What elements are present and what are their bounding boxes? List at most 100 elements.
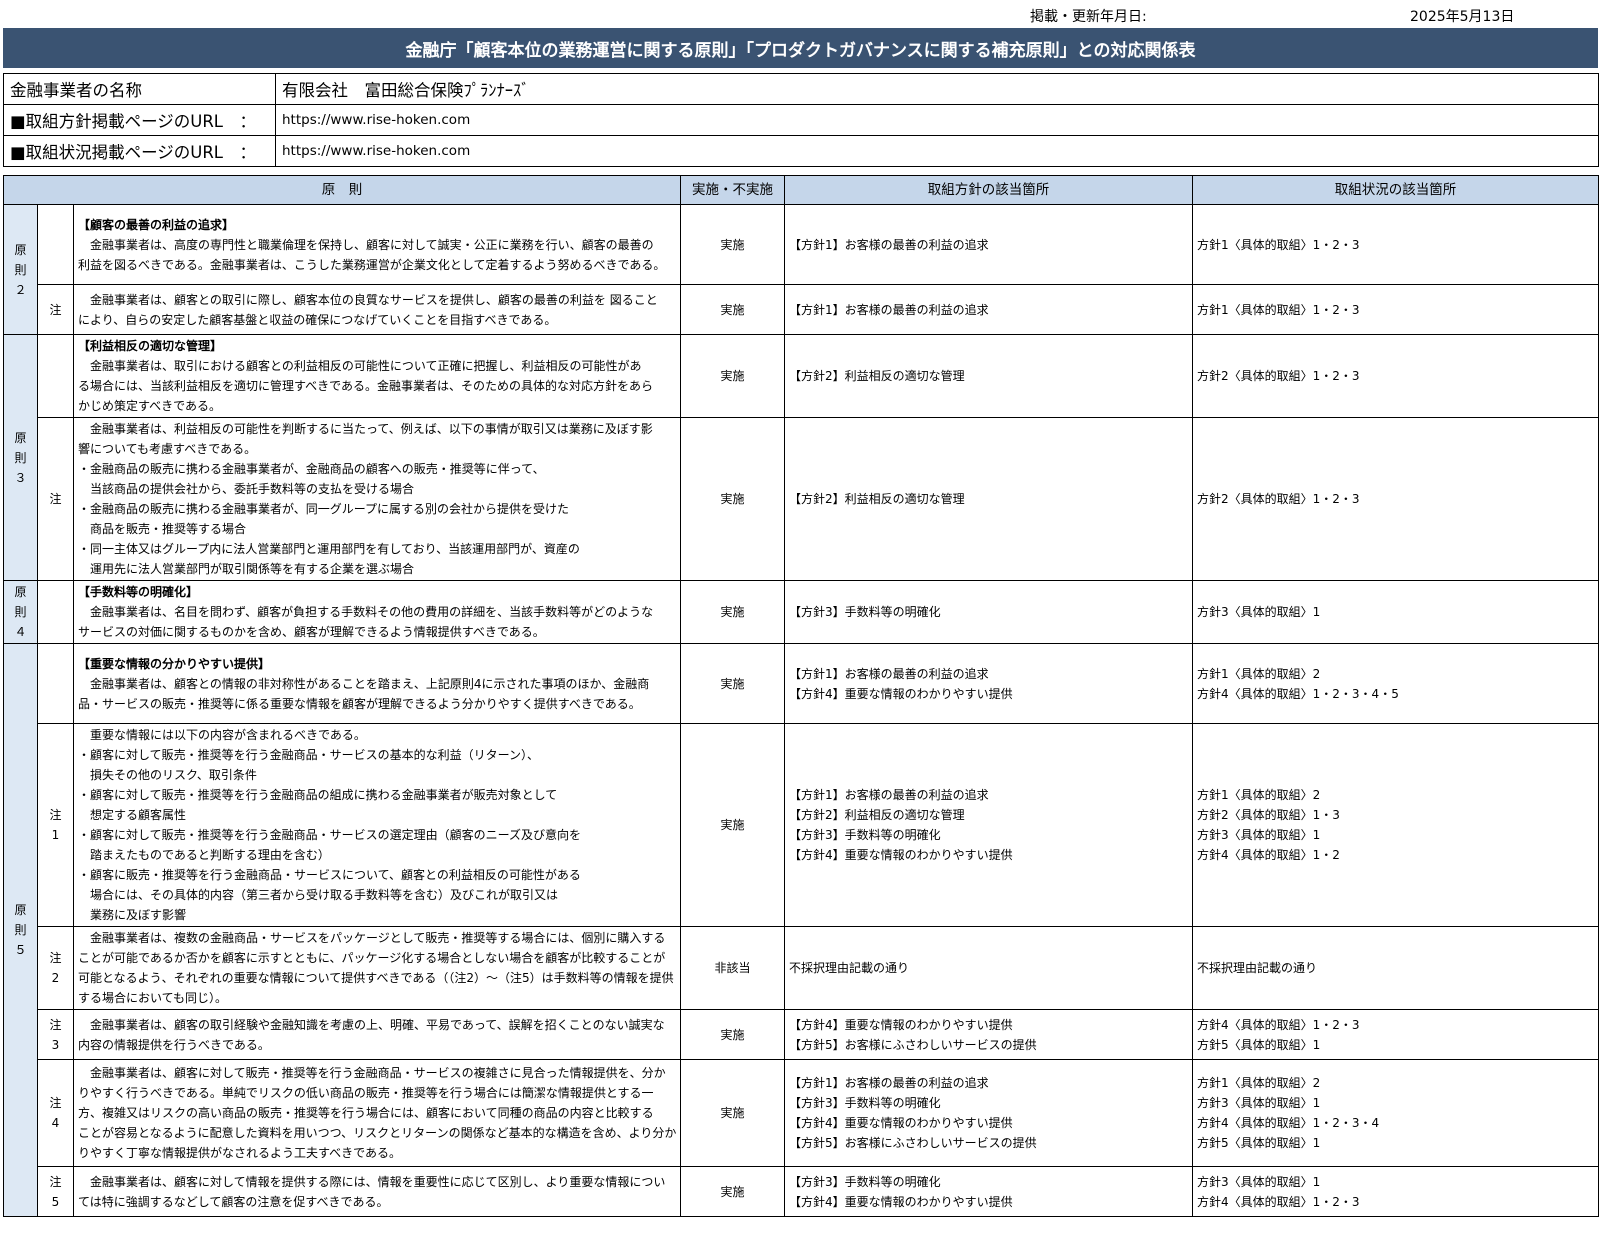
note-label: 注 2 — [37, 926, 74, 1010]
status-reference-line: 方針1〈具体的取組〉1・2・3 — [1197, 237, 1360, 252]
principle-title: 【手数料等の明確化】 — [78, 585, 199, 599]
status-reference-line: 方針4〈具体的取組〉1・2 — [1197, 848, 1340, 862]
status-reference-line: 方針1〈具体的取組〉1・2・3 — [1197, 302, 1360, 317]
note-label: 注 4 — [37, 1059, 74, 1167]
principle-text: 【顧客の最善の利益の追求】 金融事業者は、高度の専門性と職業倫理を保持し、顧客に… — [72, 204, 682, 285]
principle-text-line: 金融事業者は、顧客に対して情報を提供する際には、情報を重要性に応じて区別し、より… — [78, 1174, 666, 1189]
col-header-status: 取組状況の該当箇所 — [1192, 175, 1600, 205]
status-reference: 方針1〈具体的取組〉1・2・3 — [1192, 284, 1600, 335]
table-row: 原 則 ４ 【手数料等の明確化】 金融事業者は、名目を問わず、顧客が負担する手数料… — [3, 580, 1600, 644]
company-name-label: 金融事業者の名称 — [3, 73, 276, 105]
principle-text-line: 商品を販売・推奨等する場合 — [78, 522, 247, 536]
policy-reference: 【方針1】お客様の最善の利益の追求 【方針4】重要な情報のわかりやすい提供 — [784, 643, 1194, 724]
principle-text-line: かじめ策定すべきである。 — [78, 399, 222, 413]
principle-table: 原 則 実施・不実施 取組方針の該当箇所 取組状況の該当箇所 原 則 ２ 【顧客の… — [2, 175, 1600, 1217]
date-value: 2025年5月13日 — [1410, 9, 1515, 25]
policy-reference-line: 【方針4】重要な情報のわかりやすい提供 — [789, 686, 1013, 701]
status-reference-line: 方針5〈具体的取組〉1 — [1197, 1037, 1321, 1052]
company-info-table: 金融事業者の名称 有限会社 富田総合保険ﾌﾟﾗﾝﾅｰｽﾞ ■取組方針掲載ページの… — [3, 73, 1599, 167]
indent-cell — [37, 580, 74, 644]
policy-reference-line: 【方針1】お客様の最善の利益の追求 — [789, 302, 989, 317]
implementation-status: 実施 — [680, 580, 786, 644]
status-reference-line: 方針1〈具体的取組〉2 — [1197, 1076, 1321, 1090]
table-row: 注 金融事業者は、利益相反の可能性を判断するに当たって、例えば、以下の事情が取引… — [4, 417, 1600, 581]
principle-text: 【利益相反の適切な管理】 金融事業者は、取引における顧客との利益相反の可能性につ… — [72, 334, 682, 418]
policy-reference-line: 【方針2】利益相反の適切な管理 — [789, 492, 965, 506]
principle-text-line: 運用先に法人営業部門が取引関係等を有する企業を選ぶ場合 — [78, 562, 415, 576]
policy-url-link[interactable]: https://www.rise-hoken.com — [275, 104, 1599, 136]
implementation-status: 実施 — [680, 1059, 786, 1167]
policy-reference-line: 【方針5】お客様にふさわしいサービスの提供 — [789, 1136, 1037, 1150]
principle-text: 【手数料等の明確化】 金融事業者は、名目を問わず、顧客が負担する手数料その他の費… — [72, 580, 682, 644]
status-reference-line: 方針4〈具体的取組〉1・2・3・4・5 — [1197, 686, 1399, 701]
implementation-status: 実施 — [680, 284, 786, 335]
principle-text-line: ・金融商品の販売に携わる金融事業者が、金融商品の顧客への販売・推奨等に伴って、 — [78, 462, 545, 476]
policy-reference-line: 【方針4】重要な情報のわかりやすい提供 — [789, 1194, 1013, 1209]
indent-cell — [37, 204, 74, 285]
policy-reference-line: 【方針3】手数料等の明確化 — [789, 1174, 941, 1189]
table-row: 注 4 金融事業者は、顧客に対して販売・推奨等を行う金融商品・サービスの複雑さに… — [4, 1059, 1600, 1167]
table-row: 注 1 重要な情報には以下の内容が含まれるべきである。・顧客に対して販売・推奨等… — [4, 723, 1600, 927]
status-reference: 方針3〈具体的取組〉1 — [1192, 580, 1600, 644]
status-reference-line: 方針5〈具体的取組〉1 — [1197, 1136, 1321, 1150]
policy-reference-line: 【方針3】手数料等の明確化 — [789, 1096, 941, 1110]
principle-text-line: 金融事業者は、高度の専門性と職業倫理を保持し、顧客に対して誠実・公正に業務を行い… — [78, 237, 654, 252]
implementation-status: 実施 — [680, 1009, 786, 1060]
principle-text-line: 金融事業者は、名目を問わず、顧客が負担する手数料その他の費用の詳細を、当該手数料… — [78, 605, 654, 619]
principle-text: 金融事業者は、複数の金融商品・サービスをパッケージとして販売・推奨等する場合には… — [72, 926, 682, 1010]
col-header-implementation: 実施・不実施 — [680, 175, 786, 205]
principle-text: 金融事業者は、顧客の取引経験や金融知識を考慮の上、明確、平易であって、誤解を招く… — [72, 1009, 682, 1060]
policy-reference-line: 【方針5】お客様にふさわしいサービスの提供 — [789, 1037, 1037, 1052]
principle-text: 金融事業者は、顧客に対して販売・推奨等を行う金融商品・サービスの複雑さに見合った… — [72, 1059, 682, 1167]
principle-text: 金融事業者は、利益相反の可能性を判断するに当たって、例えば、以下の事情が取引又は… — [72, 417, 682, 581]
policy-url-label: ■取組方針掲載ページのURL ： — [3, 104, 276, 136]
principle-text-line: る場合には、当該利益相反を適切に管理すべきである。金融事業者は、そのための具体的… — [78, 379, 654, 393]
status-reference-line: 方針3〈具体的取組〉1 — [1197, 828, 1321, 842]
principle-group-label: 原 則 ３ — [3, 334, 38, 581]
principle-group-label: 原 則 ４ — [3, 580, 38, 644]
policy-reference: 不採択理由記載の通り — [784, 926, 1194, 1010]
policy-reference-line: 【方針3】手数料等の明確化 — [789, 605, 941, 619]
principle-text-line: 業務に及ぼす影響 — [78, 908, 187, 922]
principle-text-line: 可能となるよう、それぞれの重要な情報について提供すべきである（（注2）～（注5）… — [78, 971, 674, 985]
indent-cell — [37, 334, 74, 418]
principle-text: 【重要な情報の分かりやすい提供】 金融事業者は、顧客との情報の非対称性があること… — [72, 643, 682, 724]
status-reference-line: 方針2〈具体的取組〉1・2・3 — [1197, 492, 1360, 506]
implementation-status: 実施 — [680, 204, 786, 285]
principle-text-line: する場合においても同じ）。 — [78, 991, 228, 1005]
principle-text-line: 内容の情報提供を行うべきである。 — [78, 1037, 270, 1052]
policy-reference-line: 【方針2】利益相反の適切な管理 — [789, 808, 965, 822]
status-reference-line: 方針3〈具体的取組〉1 — [1197, 605, 1321, 619]
policy-reference-line: 【方針3】手数料等の明確化 — [789, 828, 941, 842]
status-url-link[interactable]: https://www.rise-hoken.com — [275, 135, 1599, 167]
principle-group-label: 原 則 ２ — [3, 204, 38, 335]
principle-text-line: 方、複雑又はリスクの高い商品の販売・推奨等を行う場合には、顧客において同種の商品… — [78, 1106, 654, 1120]
implementation-status: 実施 — [680, 643, 786, 724]
table-row: 原 則 ３ 【利益相反の適切な管理】 金融事業者は、取引における顧客との利益相反の… — [3, 334, 1600, 581]
principle-text-line: 場合には、その具体的内容（第三者から受け取る手数料等を含む）及びこれが取引又は — [78, 888, 559, 902]
table-row: 原 則 ５ 【重要な情報の分かりやすい提供】 金融事業者は、顧客との情報の非対称性… — [3, 643, 1600, 1217]
note-label: 注 — [37, 284, 74, 335]
implementation-status: 非該当 — [680, 926, 786, 1010]
principle-text-line: 金融事業者は、利益相反の可能性を判断するに当たって、例えば、以下の事情が取引又は… — [78, 422, 653, 436]
principle-title: 【重要な情報の分かりやすい提供】 — [78, 656, 271, 671]
company-name-value: 有限会社 富田総合保険ﾌﾟﾗﾝﾅｰｽﾞ — [275, 73, 1599, 105]
principle-text-line: ・顧客に販売・推奨等を行う金融商品・サービスについて、顧客との利益相反の可能性が… — [78, 868, 581, 882]
status-reference: 方針2〈具体的取組〉1・2・3 — [1192, 417, 1600, 581]
note-label: 注 1 — [37, 723, 74, 927]
principle-text-line: ことが容易となるように配意した資料を用いつつ、リスクとリターンの関係など基本的な… — [78, 1126, 677, 1140]
status-reference: 不採択理由記載の通り — [1192, 926, 1600, 1010]
principle-text-line: 品・サービスの販売・推奨等に係る重要な情報を顧客が理解できるよう分かりやすく提供… — [78, 696, 641, 711]
implementation-status: 実施 — [680, 417, 786, 581]
date-label: 掲載・更新年月日: — [1030, 9, 1147, 25]
principle-text-line: 金融事業者は、複数の金融商品・サービスをパッケージとして販売・推奨等する場合には… — [78, 931, 666, 945]
principle-text-line: 金融事業者は、顧客の取引経験や金融知識を考慮の上、明確、平易であって、誤解を招く… — [78, 1017, 665, 1032]
principle-text-line: 重要な情報には以下の内容が含まれるべきである。 — [78, 728, 366, 742]
policy-reference-line: 【方針1】お客様の最善の利益の追求 — [789, 1076, 989, 1090]
policy-reference: 【方針1】お客様の最善の利益の追求 【方針2】利益相反の適切な管理 【方針3】手数料… — [784, 723, 1194, 927]
principle-text-line: ・顧客に対して販売・推奨等を行う金融商品・サービスの選定理由（顧客のニーズ及び意… — [78, 828, 582, 842]
policy-reference-line: 【方針1】お客様の最善の利益の追求 — [789, 788, 989, 802]
implementation-status: 実施 — [680, 334, 786, 418]
principle-text-line: 想定する顧客属性 — [78, 808, 187, 822]
principle-text: 金融事業者は、顧客に対して情報を提供する際には、情報を重要性に応じて区別し、より… — [72, 1166, 682, 1217]
